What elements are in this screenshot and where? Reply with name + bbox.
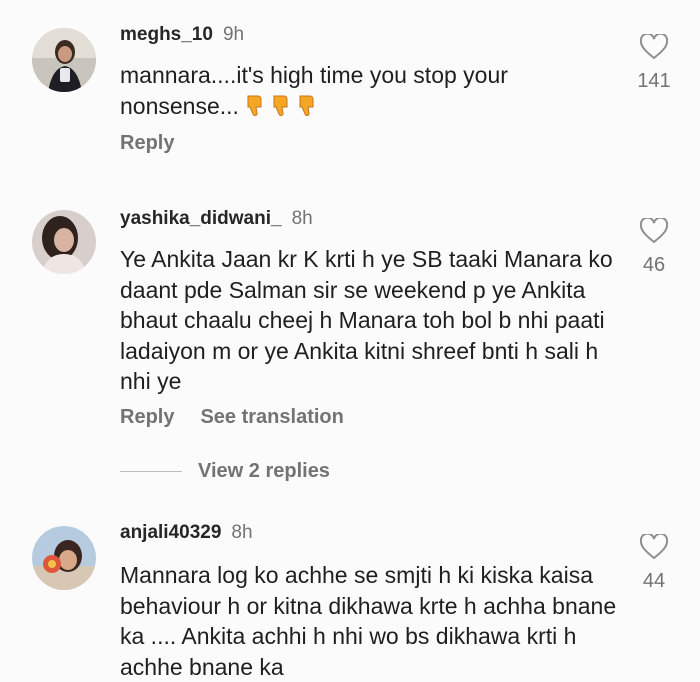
comment-meta: meghs_10 9h bbox=[120, 24, 244, 46]
see-translation-button[interactable]: See translation bbox=[200, 406, 343, 428]
view-replies-button[interactable]: View 2 replies bbox=[120, 460, 330, 483]
reply-button[interactable]: Reply bbox=[120, 406, 174, 428]
like-count: 46 bbox=[642, 254, 666, 276]
like-button[interactable]: 141 bbox=[634, 34, 674, 93]
reply-button[interactable]: Reply bbox=[120, 132, 174, 154]
like-count: 141 bbox=[637, 70, 671, 92]
comment-meta: yashika_didwani_ 8h bbox=[120, 208, 313, 230]
comment-text: mannara....it's high time you stop your … bbox=[120, 62, 508, 119]
like-button[interactable]: 46 bbox=[634, 218, 674, 277]
comment-time: 9h bbox=[222, 24, 245, 45]
comment-text: Ye Ankita Jaan kr K krti h ye SB taaki M… bbox=[120, 246, 613, 394]
username[interactable]: anjali40329 bbox=[120, 522, 221, 543]
heart-outline-icon bbox=[640, 218, 668, 244]
heart-outline-icon bbox=[640, 534, 668, 560]
thumbs-down-icon bbox=[245, 93, 323, 119]
heart-outline-icon bbox=[640, 34, 668, 60]
comment-meta: anjali40329 8h bbox=[120, 522, 253, 544]
view-replies-label: View 2 replies bbox=[198, 460, 330, 482]
username[interactable]: yashika_didwani_ bbox=[120, 208, 282, 229]
avatar[interactable] bbox=[32, 210, 96, 274]
comment-actions: Reply See translation bbox=[120, 406, 370, 429]
comment-time: 8h bbox=[291, 208, 313, 229]
divider bbox=[120, 471, 182, 472]
username[interactable]: meghs_10 bbox=[120, 24, 213, 45]
comment-actions: Reply bbox=[120, 132, 200, 155]
comment-text: Mannara log ko achhe se smjti h ki kiska… bbox=[120, 562, 617, 680]
avatar[interactable] bbox=[32, 526, 96, 590]
like-count: 44 bbox=[642, 570, 666, 592]
like-button[interactable]: 44 bbox=[634, 534, 674, 593]
avatar[interactable] bbox=[32, 28, 96, 92]
comment-time: 8h bbox=[231, 522, 253, 543]
